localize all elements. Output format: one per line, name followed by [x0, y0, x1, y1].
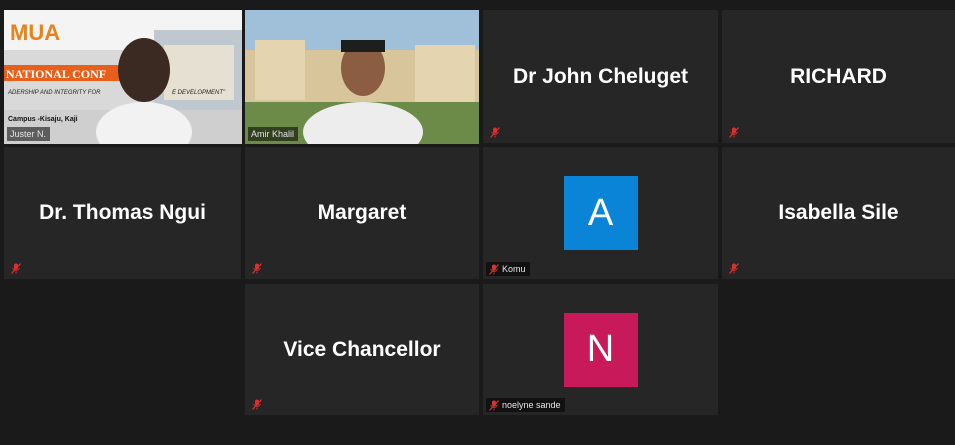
- participant-tile-vice-chancellor[interactable]: Vice Chancellor: [245, 284, 479, 415]
- conference-logo: MUA: [10, 20, 61, 45]
- avatar: A: [563, 176, 638, 250]
- participant-tile-isabella[interactable]: Isabella Sile: [722, 147, 955, 279]
- microphone-muted-icon: [11, 263, 21, 274]
- participant-name: Vice Chancellor: [283, 337, 441, 361]
- banner-subheading: ADERSHIP AND INTEGRITY FOR: [8, 90, 101, 96]
- banner-heading: NATIONAL CONF: [6, 67, 107, 81]
- participant-video: [245, 10, 479, 144]
- participant-tile-richard[interactable]: RICHARD: [722, 10, 955, 143]
- participant-tile-noelyne[interactable]: N noelyne sande: [483, 284, 718, 415]
- participant-tile-margaret[interactable]: Margaret: [245, 147, 479, 279]
- participant-name: Isabella Sile: [778, 201, 899, 224]
- banner-tail: E DEVELOPMENT": [172, 90, 226, 96]
- participant-tile-john[interactable]: Dr John Cheluget: [483, 10, 718, 143]
- participant-tile-juster[interactable]: MUA NATIONAL CONF ADERSHIP AND INTEGRITY…: [4, 10, 242, 144]
- participant-name-label: Amir Khalil: [248, 127, 299, 141]
- avatar: N: [563, 312, 638, 387]
- participant-name: Margaret: [317, 201, 407, 224]
- microphone-muted-icon: [252, 263, 262, 274]
- microphone-muted-icon: [489, 399, 499, 411]
- microphone-muted-icon: [252, 399, 262, 410]
- microphone-muted-icon: [489, 263, 499, 275]
- microphone-muted-icon: [729, 127, 739, 138]
- participant-name: Dr John Cheluget: [512, 64, 688, 88]
- participant-name-label: Juster N.: [7, 127, 51, 141]
- microphone-muted-icon: [729, 263, 739, 274]
- participant-tile-thomas[interactable]: Dr. Thomas Ngui: [4, 147, 241, 279]
- participant-name: RICHARD: [790, 64, 887, 88]
- participant-tile-amir[interactable]: Amir Khalil: [245, 10, 479, 144]
- participant-name-label: Komu: [486, 262, 530, 276]
- banner-campus: Campus -Kisaju, Kaji: [8, 116, 78, 123]
- participant-name: Dr. Thomas Ngui: [39, 201, 206, 224]
- participant-name-label: noelyne sande: [486, 398, 565, 412]
- participant-tile-komu[interactable]: A Komu: [483, 147, 718, 279]
- video-grid: MUA NATIONAL CONF ADERSHIP AND INTEGRITY…: [0, 0, 955, 445]
- microphone-muted-icon: [490, 127, 500, 138]
